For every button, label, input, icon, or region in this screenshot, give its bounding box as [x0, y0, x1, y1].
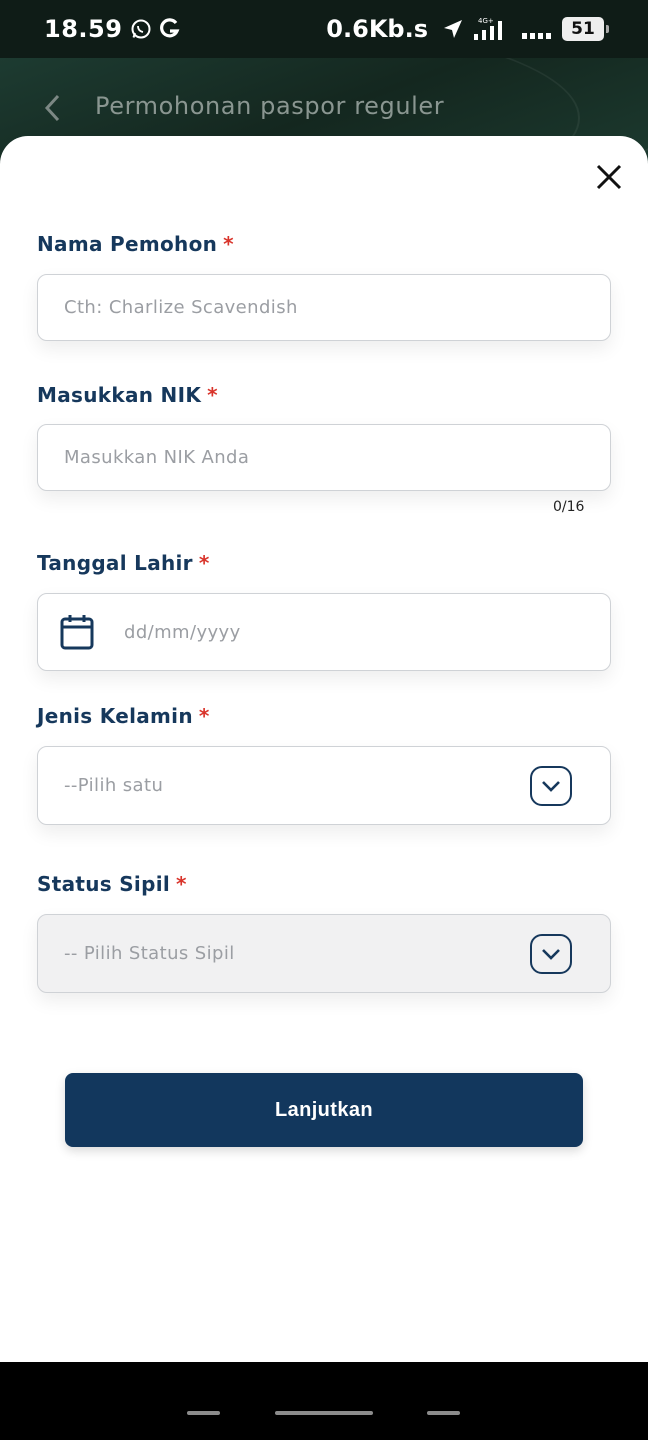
- jenis-kelamin-label: Jenis Kelamin *: [37, 704, 210, 728]
- calendar-icon[interactable]: [60, 614, 94, 650]
- g-icon: [160, 18, 180, 40]
- tanggal-lahir-input[interactable]: dd/mm/yyyy: [37, 593, 611, 671]
- nama-pemohon-input[interactable]: Cth: Charlize Scavendish: [37, 274, 611, 341]
- back-button[interactable]: [34, 90, 70, 126]
- nav-home-pill[interactable]: [275, 1411, 373, 1415]
- chevron-down-icon[interactable]: [530, 933, 572, 974]
- page-title: Permohonan paspor reguler: [95, 92, 445, 120]
- status-bar-left: 18.59: [44, 15, 180, 43]
- chevron-down-icon[interactable]: [530, 765, 572, 806]
- nama-pemohon-label: Nama Pemohon *: [37, 232, 234, 256]
- jenis-kelamin-label-text: Jenis Kelamin: [37, 704, 193, 728]
- nik-label: Masukkan NIK *: [37, 383, 218, 407]
- battery-icon: 51: [562, 17, 609, 41]
- nik-label-text: Masukkan NIK: [37, 383, 202, 407]
- required-marker: *: [198, 551, 210, 575]
- network-type: 4G+: [478, 17, 494, 25]
- jenis-kelamin-placeholder: --Pilih satu: [64, 775, 164, 796]
- form-sheet: Nama Pemohon * Cth: Charlize Scavendish M…: [0, 136, 648, 1362]
- close-icon: [596, 164, 622, 190]
- nama-pemohon-label-text: Nama Pemohon: [37, 232, 218, 256]
- nik-char-counter: 0/16: [553, 499, 585, 515]
- jenis-kelamin-select[interactable]: --Pilih satu: [37, 746, 611, 825]
- status-bar-right: 0.6Kb.s 4G+ 51: [326, 15, 609, 43]
- nav-recents-pill[interactable]: [427, 1411, 460, 1415]
- lanjutkan-button[interactable]: Lanjutkan: [65, 1073, 583, 1147]
- status-sipil-select[interactable]: -- Pilih Status Sipil: [37, 914, 611, 993]
- required-marker: *: [223, 232, 234, 256]
- status-sipil-label-text: Status Sipil: [37, 872, 171, 896]
- tanggal-lahir-label-text: Tanggal Lahir: [37, 551, 193, 575]
- chevron-left-icon: [44, 94, 60, 122]
- status-sipil-label: Status Sipil *: [37, 872, 187, 896]
- whatsapp-icon: [130, 18, 152, 40]
- status-time: 18.59: [44, 15, 123, 43]
- tanggal-lahir-placeholder: dd/mm/yyyy: [124, 621, 241, 643]
- location-arrow-icon: [442, 18, 464, 40]
- nama-pemohon-placeholder: Cth: Charlize Scavendish: [64, 297, 298, 318]
- required-marker: *: [176, 872, 187, 896]
- network-speed: 0.6Kb.s: [326, 15, 428, 43]
- signal-icon: 4G+: [472, 16, 512, 42]
- status-bar: 18.59 0.6Kb.s 4G+ 51: [0, 0, 648, 58]
- status-sipil-placeholder: -- Pilih Status Sipil: [64, 943, 235, 964]
- screen: 18.59 0.6Kb.s 4G+ 51 Permohonan paspor r…: [0, 0, 648, 1440]
- nik-input[interactable]: Masukkan NIK Anda: [37, 424, 611, 491]
- tanggal-lahir-label: Tanggal Lahir *: [37, 551, 210, 575]
- more-dots-icon: [520, 17, 554, 41]
- nav-back-pill[interactable]: [187, 1411, 220, 1415]
- required-marker: *: [207, 383, 218, 407]
- nik-placeholder: Masukkan NIK Anda: [64, 447, 250, 468]
- close-button[interactable]: [590, 158, 628, 196]
- system-nav-bar: [0, 1362, 648, 1440]
- required-marker: *: [198, 704, 210, 728]
